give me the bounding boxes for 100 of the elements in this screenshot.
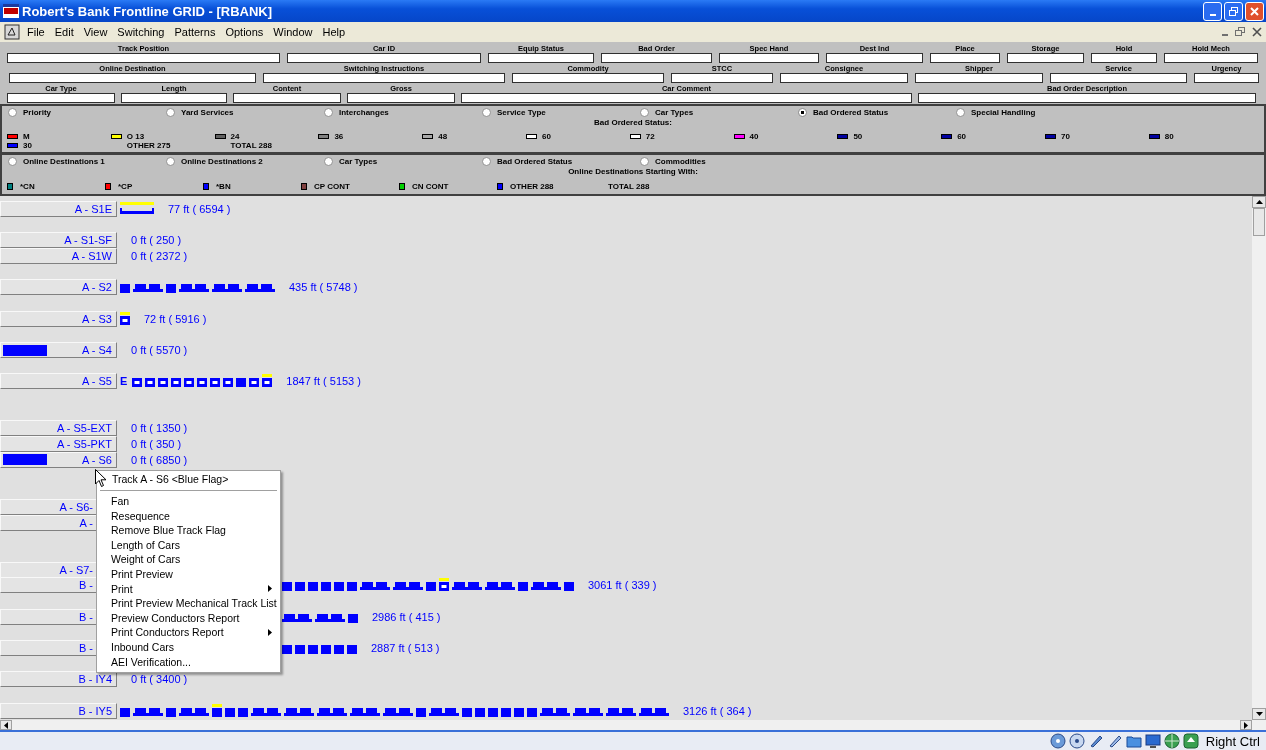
left-arrow-icon [4,721,8,729]
minimize-button[interactable] [1203,1,1222,21]
track-button[interactable]: A - S1E [0,200,117,217]
minimize-icon [1209,13,1216,16]
input-field[interactable] [918,93,1256,103]
disc-icon[interactable] [1049,733,1066,749]
scroll-up-button[interactable] [1252,196,1266,208]
legend-label: 40 [749,132,759,141]
track-button[interactable]: A - S5-EXT [0,420,117,437]
input-field[interactable] [512,73,664,83]
menu-item[interactable]: View [78,26,113,38]
track-length-text: 0 ft ( 350 ) [131,438,182,451]
radio-option[interactable]: Commodities [640,156,798,166]
radio-option[interactable]: Bad Ordered Status [798,107,956,117]
input-field[interactable] [826,53,923,63]
scrollbar-thumb[interactable] [1253,208,1265,236]
vertical-scrollbar[interactable] [1252,196,1266,720]
menu-item[interactable]: Print Preview Mechanical Track List [99,596,278,611]
input-field[interactable] [1164,53,1258,63]
input-field[interactable] [461,93,912,103]
input-field[interactable] [287,53,481,63]
radio-option[interactable]: Service Type [482,107,640,117]
legend-label: TOTAL 288 [608,182,650,191]
menu-item[interactable]: File [22,26,50,38]
legend-label: 60 [542,132,551,141]
menu-item[interactable]: Patterns [169,26,221,38]
input-field[interactable] [263,73,505,83]
input-field[interactable] [7,53,280,63]
radio-option[interactable]: Online Destinations 2 [166,156,324,166]
track-length-text: 2986 ft ( 415 ) [372,610,441,623]
track-length-text: 0 ft ( 2372 ) [131,249,188,262]
menu-item[interactable]: AEI Verification... [99,654,278,670]
input-field[interactable] [7,93,115,103]
radio-option[interactable]: Car Types [640,107,798,117]
input-field[interactable] [488,53,594,63]
track-length-text: 3061 ft ( 339 ) [588,579,657,592]
restore-icon [1228,5,1239,17]
track-button[interactable]: A - S4 [0,342,117,359]
scroll-left-button[interactable] [0,720,12,730]
input-field[interactable] [1007,53,1084,63]
input-field[interactable] [719,53,819,63]
track-button[interactable]: B - IY5 [0,702,117,719]
radio-option[interactable]: Car Types [324,156,482,166]
radio-option[interactable]: Interchanges [324,107,482,117]
scroll-right-button[interactable] [1240,720,1252,730]
radio-option[interactable]: Bad Ordered Status [482,156,640,166]
track-button[interactable]: A - S1-SF [0,232,117,249]
restore-icon[interactable] [1235,27,1245,37]
legend-label: 50 [853,132,863,141]
legend-label: TOTAL 288 [230,141,272,150]
input-field[interactable] [780,73,908,83]
globe-icon[interactable] [1163,733,1180,749]
input-field[interactable] [347,93,455,103]
legend-label: *CP [118,182,133,191]
menu-item[interactable]: Switching [112,26,170,38]
input-field[interactable] [671,73,773,83]
menu-item[interactable]: Length of Cars [99,537,278,553]
radio-option[interactable]: Yard Services [166,107,324,117]
folder-icon[interactable] [1125,733,1142,749]
input-field[interactable] [233,93,341,103]
scroll-down-button[interactable] [1252,708,1266,720]
document-icon[interactable] [4,24,20,40]
input-field[interactable] [601,53,712,63]
input-field[interactable] [121,93,227,103]
menu-item[interactable]: Print Conductors Report [99,625,278,640]
close-icon [1249,5,1260,17]
menu-item[interactable]: Help [317,26,351,38]
up-arrow-icon [1255,200,1263,204]
radio-option[interactable]: Online Destinations 1 [8,156,166,166]
track-button[interactable]: A - S5 [0,373,117,390]
close-icon[interactable] [1252,27,1262,37]
track-length-text: 0 ft ( 3400 ) [131,673,188,686]
track-length-text: 0 ft ( 6850 ) [131,453,188,466]
radio-option[interactable]: Special Handling [956,107,1114,117]
track-button[interactable]: A - S2 [0,279,117,296]
input-field[interactable] [930,53,1000,63]
monitor-icon[interactable] [1144,733,1161,749]
track-length-text: 72 ft ( 5916 ) [144,312,207,325]
input-field[interactable] [915,73,1043,83]
close-button[interactable] [1245,1,1264,21]
menu-item[interactable]: Window [268,26,318,38]
legend-label: 24 [230,132,240,141]
car-mark-text: E [120,375,128,388]
app-logo-icon [3,4,19,18]
input-field[interactable] [1194,73,1259,83]
input-field[interactable] [9,73,256,83]
disc-icon[interactable] [1068,733,1085,749]
menu-item[interactable]: Options [220,26,269,38]
track-button[interactable]: A - S5-PKT [0,436,117,453]
horizontal-scrollbar[interactable] [0,720,1266,730]
track-button[interactable]: B - IY4 [0,671,117,688]
legend-caption: Bad Ordered Status: [593,118,673,128]
track-length-text: 1847 ft ( 5153 ) [286,375,361,388]
input-field[interactable] [1091,53,1157,63]
track-button[interactable]: A - S3 [0,310,117,327]
menu-item[interactable]: Edit [49,26,79,38]
radio-option[interactable]: Priority [8,107,166,117]
restore-button[interactable] [1224,1,1243,21]
input-field[interactable] [1050,73,1187,83]
window-title: Robert's Bank Frontline GRID - [RBANK] [22,3,274,19]
